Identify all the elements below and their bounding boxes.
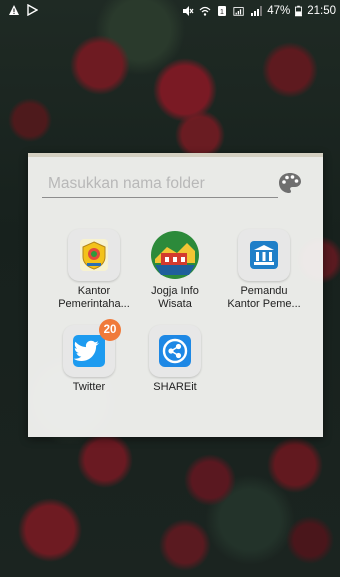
- app-label-line2: Wisata: [158, 297, 192, 310]
- app-folder: Kantor Pemerintaha... Jogja Info Wisata: [28, 153, 323, 437]
- battery-icon: [295, 5, 303, 17]
- wifi-icon: [199, 6, 211, 16]
- battery-percent: 47%: [267, 5, 291, 17]
- app-shareit[interactable]: SHAREit: [135, 325, 215, 394]
- app-label-line2: Kantor Peme...: [227, 297, 301, 310]
- app-label: Twitter: [72, 381, 106, 393]
- kantor-pemerintahan-icon: [68, 229, 120, 281]
- app-label-line2: Pemerintaha...: [58, 297, 130, 310]
- palette-button[interactable]: [278, 172, 302, 194]
- svg-text:1: 1: [220, 9, 224, 16]
- twitter-icon: 20: [63, 319, 121, 377]
- app-twitter[interactable]: 20 Twitter: [49, 319, 129, 394]
- app-label: SHAREit: [153, 381, 197, 393]
- pemandu-kantor-icon: [238, 229, 290, 281]
- app-label-line1: Kantor: [77, 285, 111, 297]
- signal-bars-icon: [251, 6, 263, 16]
- warning-icon: [9, 5, 19, 15]
- signal-icon: [233, 7, 244, 16]
- play-icon: [27, 4, 38, 16]
- app-label-line1: Jogja Info: [151, 285, 199, 297]
- app-label-line1: Pemandu: [240, 285, 288, 297]
- status-bar: 1 47% 21:50: [0, 0, 340, 22]
- clock: 21:50: [307, 5, 336, 17]
- sim-icon: 1: [218, 6, 227, 16]
- notification-badge: 20: [99, 319, 121, 341]
- shareit-icon: [149, 325, 201, 377]
- app-kantor-pemerintahan[interactable]: Kantor Pemerintaha...: [54, 229, 134, 310]
- palette-icon: [279, 173, 301, 193]
- mute-icon: [183, 6, 194, 16]
- jogja-info-wisata-icon: [149, 229, 201, 281]
- folder-name-input[interactable]: [42, 171, 278, 198]
- app-pemandu-kantor[interactable]: Pemandu Kantor Peme...: [224, 229, 304, 310]
- app-jogja-info-wisata[interactable]: Jogja Info Wisata: [135, 229, 215, 310]
